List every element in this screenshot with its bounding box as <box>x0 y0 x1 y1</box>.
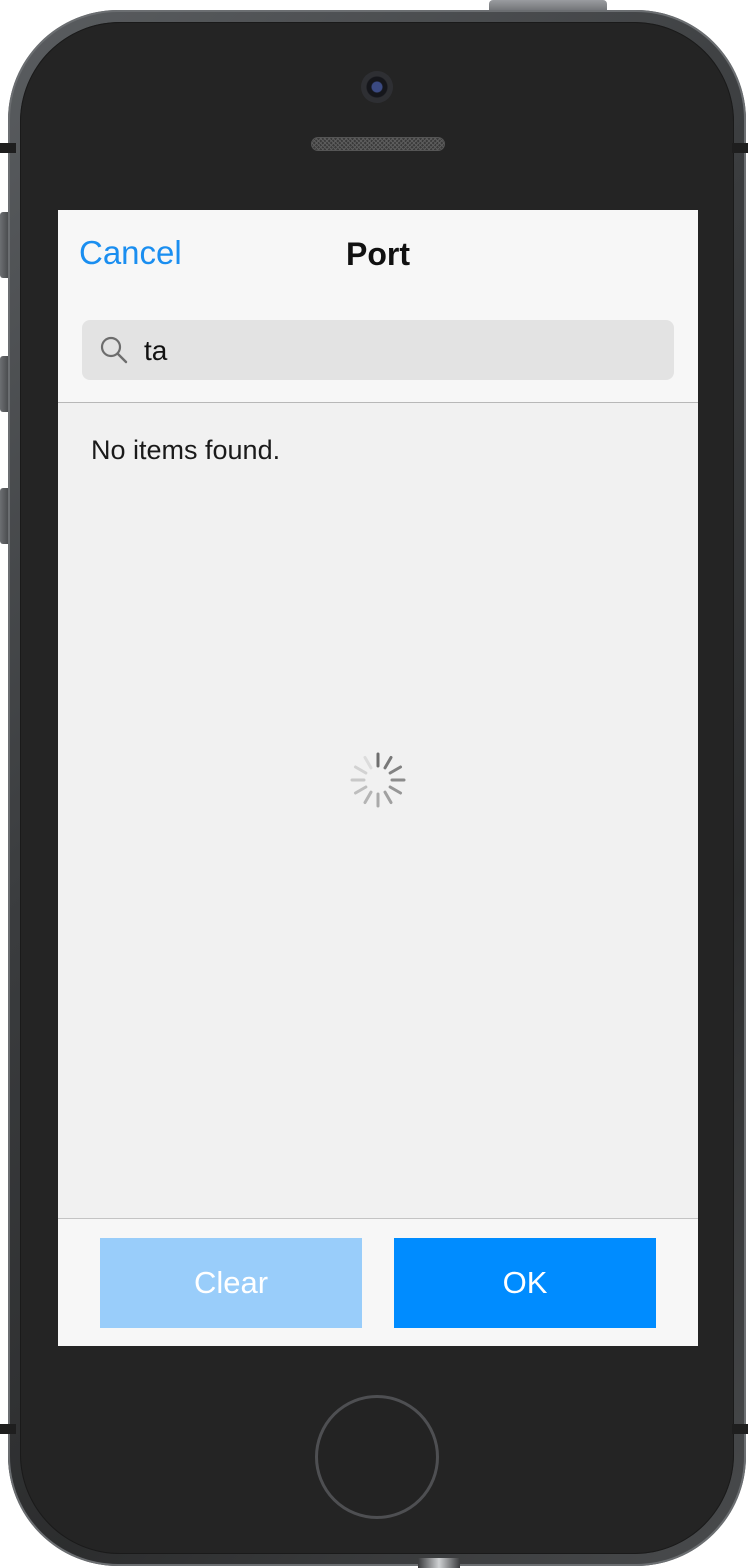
volume-up-button <box>0 356 8 412</box>
search-bar[interactable] <box>82 320 674 380</box>
loading-spinner-icon <box>350 752 406 808</box>
picker-footer: Clear OK <box>58 1218 698 1346</box>
page-title: Port <box>346 236 410 272</box>
mute-switch <box>0 212 8 278</box>
edge-band <box>0 143 16 153</box>
search-input[interactable] <box>142 330 656 372</box>
front-camera <box>361 71 393 103</box>
ok-button[interactable]: OK <box>394 1238 656 1328</box>
clear-button[interactable]: Clear <box>100 1238 362 1328</box>
search-icon <box>100 336 128 364</box>
edge-band <box>732 1424 748 1434</box>
earpiece-speaker <box>311 137 445 151</box>
edge-band <box>732 143 748 153</box>
device-screen: Cancel Port No items found. Clear OK <box>58 210 698 1346</box>
home-button[interactable] <box>315 1395 439 1519</box>
antenna-band-bottom <box>418 1558 460 1568</box>
volume-down-button <box>0 488 8 544</box>
edge-band <box>0 1424 16 1434</box>
picker-header: Cancel Port <box>58 210 698 403</box>
empty-results-message: No items found. <box>91 435 281 465</box>
